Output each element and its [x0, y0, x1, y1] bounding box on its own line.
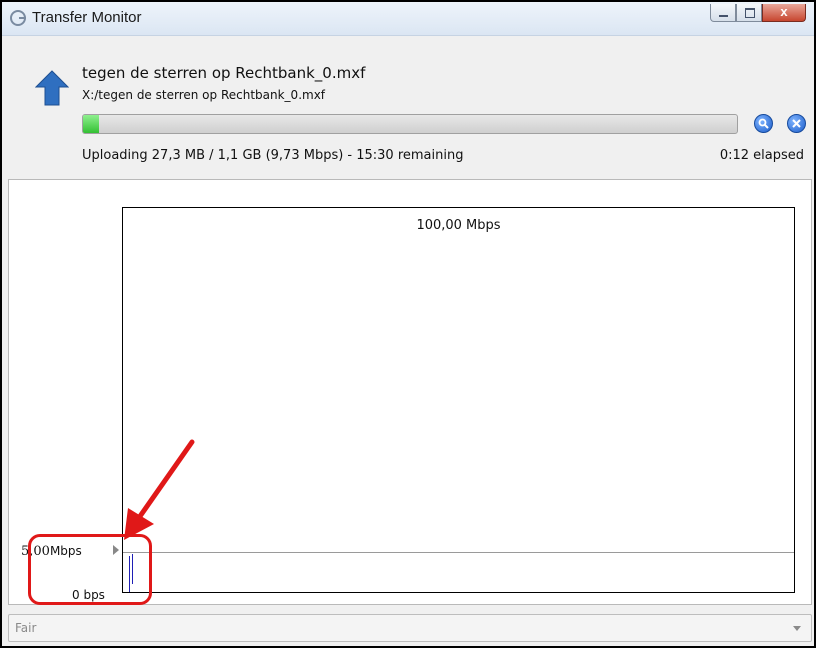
cancel-icon [792, 119, 801, 128]
window-title: Transfer Monitor [32, 9, 142, 26]
close-button[interactable]: x [762, 4, 806, 22]
transfer-status: Uploading 27,3 MB / 1,1 GB (9,73 Mbps) -… [82, 148, 464, 163]
progress-fill [83, 115, 100, 133]
quality-select[interactable]: Fair [8, 614, 812, 642]
annotation-arrow [124, 439, 195, 540]
minimize-button[interactable] [710, 4, 736, 22]
quality-select-value: Fair [15, 621, 37, 635]
file-path: X:/tegen de sterren op Rechtbank_0.mxf [82, 88, 326, 102]
chevron-down-icon [793, 626, 801, 631]
graph-max-label: 100,00 Mbps [416, 218, 501, 233]
upload-arrow-icon [35, 70, 69, 106]
transfer-monitor-window: Transfer Monitor x tegen de sterren op R… [0, 0, 816, 648]
threshold-line [123, 552, 794, 553]
search-icon [758, 118, 769, 129]
cancel-transfer-button[interactable] [787, 114, 806, 133]
maximize-button[interactable] [736, 4, 762, 22]
file-name: tegen de sterren op Rechtbank_0.mxf [82, 64, 366, 82]
title-bar[interactable]: Transfer Monitor x [2, 2, 814, 36]
bandwidth-graph: 100,00 Mbps [122, 207, 795, 593]
search-button[interactable] [754, 114, 773, 133]
app-icon [10, 10, 26, 26]
upload-progress-bar [82, 114, 738, 134]
window-controls: x [710, 4, 806, 22]
elapsed-time: 0:12 elapsed [719, 148, 804, 163]
